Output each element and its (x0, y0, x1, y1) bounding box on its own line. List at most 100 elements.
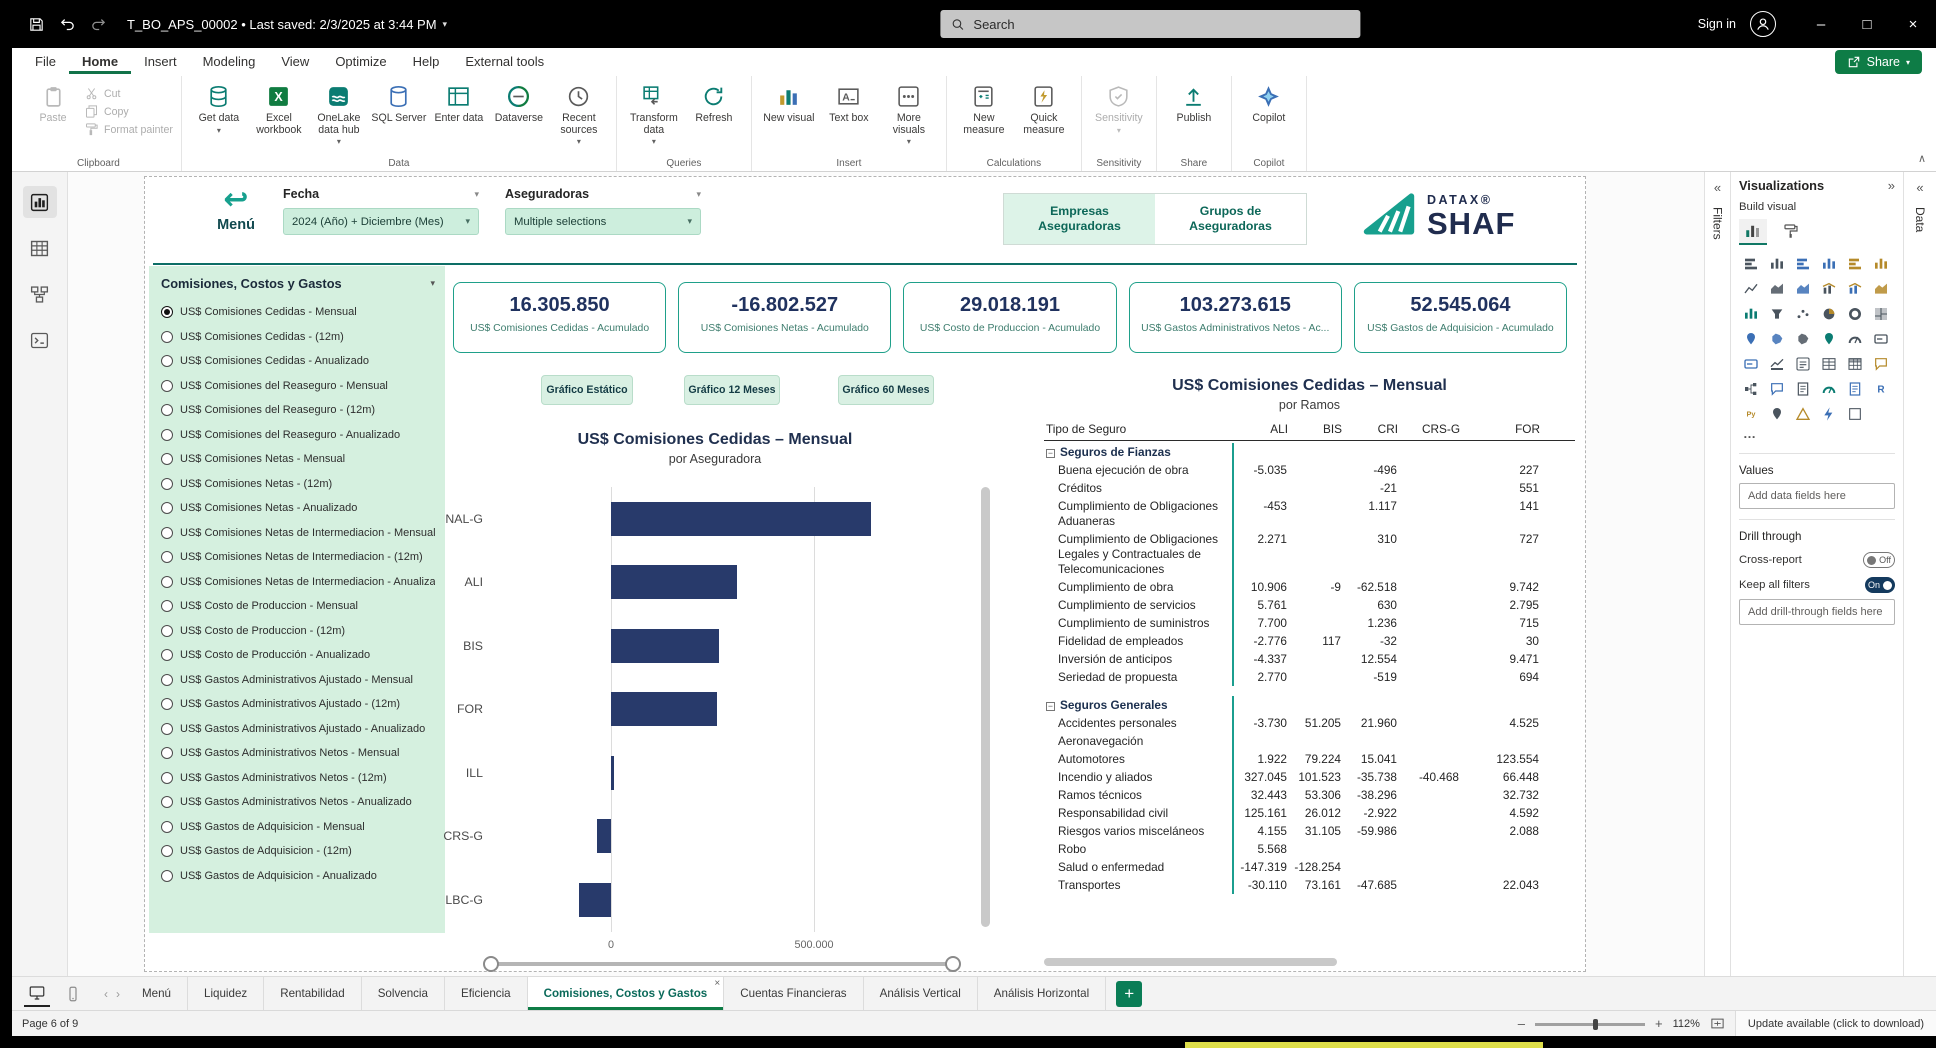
ribbon-button-cut[interactable]: Cut (84, 86, 173, 101)
matrix-row-riesgos-varios-misceláneos[interactable]: Riesgos varios misceláneos4.15531.105-59… (1044, 822, 1575, 840)
bar-ill[interactable] (611, 756, 614, 790)
model-view-button[interactable] (23, 278, 57, 310)
visual-type-line-and-stacked-column-chart-icon[interactable] (1817, 278, 1841, 299)
window-title[interactable]: T_BO_APS_00002 • Last saved: 2/3/2025 at… (127, 17, 447, 32)
matrix-row-inversión-de-anticipos[interactable]: Inversión de anticipos-4.33712.5549.471 (1044, 650, 1575, 668)
measure-option-us-costo-de-produccion-mensual[interactable]: US$ Costo de Produccion - Mensual (161, 594, 435, 619)
measure-option-us-gastos-administrativos-ajustado-12m[interactable]: US$ Gastos Administrativos Ajustado - (1… (161, 692, 435, 717)
report-view-button[interactable] (23, 186, 57, 218)
close-tab-icon[interactable]: × (714, 978, 720, 989)
page-tab-eficiencia[interactable]: Eficiencia (445, 977, 528, 1010)
matrix-column-header-ali[interactable]: ALI (1234, 422, 1290, 436)
visual-type-multi-row-card-icon[interactable] (1739, 353, 1763, 374)
visual-type-kpi-icon[interactable] (1765, 353, 1789, 374)
visual-type-r-script-visual-icon[interactable]: R (1869, 378, 1893, 399)
expand-filters-icon[interactable]: « (1714, 180, 1721, 195)
ribbon-button-copilot[interactable]: Copilot (1240, 80, 1298, 125)
more-visual-types-button[interactable]: … (1739, 424, 1895, 443)
menu-tab-external-tools[interactable]: External tools (452, 50, 557, 74)
visual-type-stacked-area-chart-icon[interactable] (1791, 278, 1815, 299)
page-tab-solvencia[interactable]: Solvencia (362, 977, 445, 1010)
zoom-slider-thumb[interactable] (1593, 1019, 1598, 1030)
measure-option-us-comisiones-netas-de-intermediacion-anualizado[interactable]: US$ Comisiones Netas de Intermediacion -… (161, 570, 435, 595)
ribbon-button-new-visual[interactable]: New visual (760, 80, 818, 125)
visual-type-pie-chart-icon[interactable] (1817, 303, 1841, 324)
measure-option-us-comisiones-del-reaseguro-12m[interactable]: US$ Comisiones del Reaseguro - (12m) (161, 398, 435, 423)
ribbon-button-excel-workbook[interactable]: XExcel workbook (250, 80, 308, 136)
ribbon-button-sensitivity[interactable]: Sensitivity▾ (1090, 80, 1148, 136)
visual-type-funnel-chart-icon[interactable] (1765, 303, 1789, 324)
measure-option-us-gastos-de-adquisicion-mensual[interactable]: US$ Gastos de Adquisicion - Mensual (161, 815, 435, 840)
cross-report-toggle[interactable]: Off (1863, 552, 1895, 568)
matrix-row-transportes[interactable]: Transportes-30.11073.161-47.68522.043 (1044, 876, 1575, 894)
ribbon-button-new-measure[interactable]: New measure (955, 80, 1013, 136)
measure-option-us-comisiones-netas-de-intermediacion-mensual[interactable]: US$ Comisiones Netas de Intermediacion -… (161, 521, 435, 546)
matrix-column-header-cri[interactable]: CRI (1344, 422, 1400, 436)
undo-icon[interactable] (59, 16, 76, 33)
visual-type-area-chart-icon[interactable] (1765, 278, 1789, 299)
matrix-group-seguros-de-fianzas[interactable]: −Seguros de Fianzas (1044, 443, 1575, 461)
ribbon-button-get-data[interactable]: Get data▾ (190, 80, 248, 136)
kpi-card-us-gastos-de-adquisicion-acumulado[interactable]: 52.545.064US$ Gastos de Adquisicion - Ac… (1354, 282, 1567, 353)
matrix-row-responsabilidad-civil[interactable]: Responsabilidad civil125.16126.012-2.922… (1044, 804, 1575, 822)
ribbon-button-onelake-data-hub[interactable]: OneLake data hub▾ (310, 80, 368, 148)
visual-type-slicer-icon[interactable] (1791, 353, 1815, 374)
visual-type-matrix-icon[interactable] (1843, 353, 1867, 374)
matrix-horizontal-scrollbar[interactable] (1044, 958, 1337, 966)
bar-chart-visual[interactable]: US$ Comisiones Cedidas – Mensual por Ase… (435, 427, 995, 972)
matrix-row-fidelidad-de-empleados[interactable]: Fidelidad de empleados-2.776117-3230 (1044, 632, 1575, 650)
matrix-row-cumplimiento-de-obra[interactable]: Cumplimiento de obra10.906-9-62.5189.742 (1044, 578, 1575, 596)
bar-bis[interactable] (611, 629, 719, 663)
visual-type-power-automate-icon[interactable] (1817, 403, 1841, 424)
matrix-row-ramos-técnicos[interactable]: Ramos técnicos32.44353.306-38.29632.732 (1044, 786, 1575, 804)
grupos-aseguradoras-button[interactable]: Grupos de Aseguradoras (1155, 194, 1306, 244)
bar-lbc-g[interactable] (579, 883, 611, 917)
page-tab-rentabilidad[interactable]: Rentabilidad (264, 977, 361, 1010)
chart-mode-button-gráfico-60-meses[interactable]: Gráfico 60 Meses (838, 375, 934, 405)
filters-pane-collapsed[interactable]: « Filters (1704, 172, 1730, 976)
bar-chart-scrollbar[interactable] (981, 487, 990, 927)
visual-type-filled-map-icon[interactable] (1765, 328, 1789, 349)
dax-query-view-button[interactable] (23, 324, 57, 356)
matrix-row-cumplimiento-de-obligaciones-aduaneras[interactable]: Cumplimiento de Obligaciones Aduaneras-4… (1044, 497, 1575, 530)
share-button[interactable]: Share ▾ (1835, 50, 1922, 74)
visual-type-100-stacked-column-chart-icon[interactable] (1869, 253, 1893, 274)
ribbon-button-quick-measure[interactable]: Quick measure (1015, 80, 1073, 136)
matrix-row-cumplimiento-de-servicios[interactable]: Cumplimiento de servicios5.7616302.795 (1044, 596, 1575, 614)
page-tab-comisiones-costos-y-gastos[interactable]: Comisiones, Costos y Gastos× (528, 977, 725, 1010)
collapse-visualizations-icon[interactable]: » (1888, 178, 1895, 193)
save-icon[interactable] (28, 16, 45, 33)
visual-type-donut-chart-icon[interactable] (1843, 303, 1867, 324)
visual-type-stacked-bar-chart-icon[interactable] (1739, 253, 1763, 274)
visual-type-scatter-chart-icon[interactable] (1791, 303, 1815, 324)
visual-type-treemap-icon[interactable] (1869, 303, 1893, 324)
measure-option-us-comisiones-del-reaseguro-mensual[interactable]: US$ Comisiones del Reaseguro - Mensual (161, 374, 435, 399)
ribbon-button-dataverse[interactable]: Dataverse (490, 80, 548, 125)
visual-type-waterfall-chart-icon[interactable] (1739, 303, 1763, 324)
update-available-link[interactable]: Update available (click to download) (1735, 1011, 1936, 1036)
bar-nal-g[interactable] (611, 502, 871, 536)
ribbon-button-format-painter[interactable]: Format painter (84, 122, 173, 137)
maximize-button[interactable]: □ (1844, 0, 1890, 48)
measure-option-us-comisiones-cedidas-mensual[interactable]: US$ Comisiones Cedidas - Mensual (161, 300, 435, 325)
matrix-row-aeronavegación[interactable]: Aeronavegación (1044, 732, 1575, 750)
ribbon-button-transform-data[interactable]: Transform data▾ (625, 80, 683, 148)
measure-option-us-gastos-administrativos-netos-mensual[interactable]: US$ Gastos Administrativos Netos - Mensu… (161, 741, 435, 766)
kpi-card-us-costo-de-produccion-acumulado[interactable]: 29.018.191US$ Costo de Produccion - Acum… (903, 282, 1116, 353)
menu-tab-help[interactable]: Help (400, 50, 453, 74)
page-tab-cuentas-financieras[interactable]: Cuentas Financieras (724, 977, 863, 1010)
ribbon-button-copy[interactable]: Copy (84, 104, 173, 119)
measure-option-us-gastos-de-adquisicion-12m[interactable]: US$ Gastos de Adquisicion - (12m) (161, 839, 435, 864)
ribbon-button-more-visuals[interactable]: More visuals▾ (880, 80, 938, 148)
measure-option-us-comisiones-netas-anualizado[interactable]: US$ Comisiones Netas - Anualizado (161, 496, 435, 521)
add-drill-through-fields-well[interactable]: Add drill-through fields here (1739, 599, 1895, 625)
menu-tab-file[interactable]: File (22, 50, 69, 74)
matrix-column-header-tipo-de-seguro[interactable]: Tipo de Seguro (1044, 422, 1234, 436)
menu-tab-home[interactable]: Home (69, 50, 131, 74)
slider-handle-right[interactable] (945, 956, 961, 972)
measure-option-us-gastos-administrativos-ajustado-mensual[interactable]: US$ Gastos Administrativos Ajustado - Me… (161, 668, 435, 693)
measure-option-us-comisiones-cedidas-anualizado[interactable]: US$ Comisiones Cedidas - Anualizado (161, 349, 435, 374)
chart-mode-button-gráfico-estático[interactable]: Gráfico Estático (541, 375, 633, 405)
matrix-row-seriedad-de-propuesta[interactable]: Seriedad de propuesta2.770-519694 (1044, 668, 1575, 686)
matrix-row-incendio-y-aliados[interactable]: Incendio y aliados327.045101.523-35.738-… (1044, 768, 1575, 786)
